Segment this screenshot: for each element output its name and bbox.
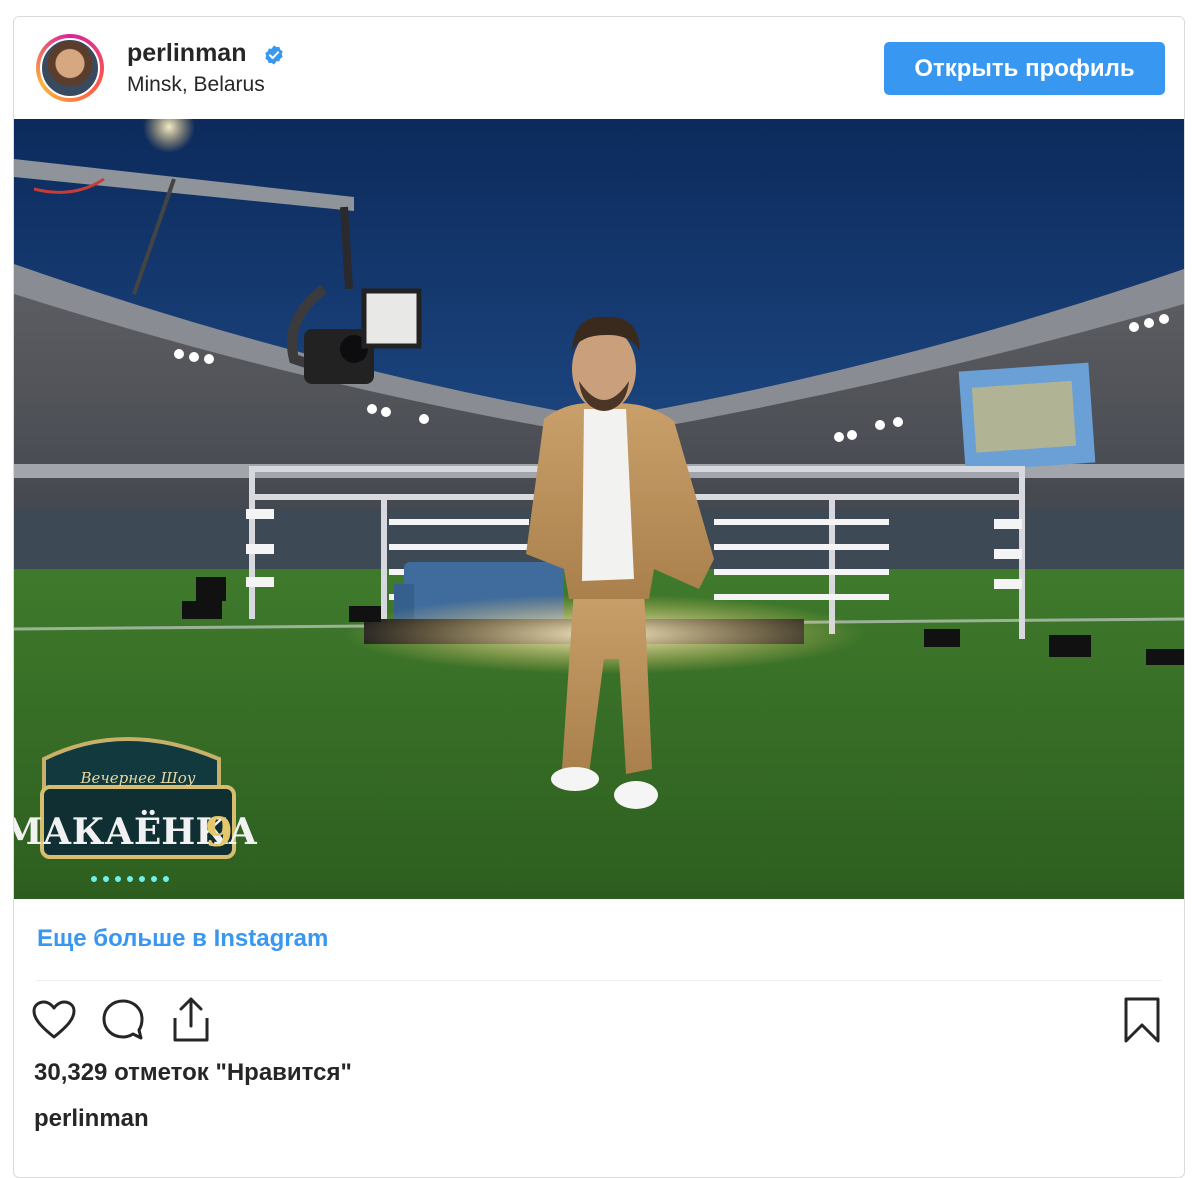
bookmark-icon	[1124, 997, 1160, 1043]
like-button[interactable]	[29, 992, 79, 1048]
location-link[interactable]: Minsk, Belarus	[127, 73, 265, 97]
instagram-embed-card: perlinman Minsk, Belarus Открыть профиль	[13, 16, 1185, 1178]
logo-script: Вечернее Шоу	[80, 769, 196, 787]
share-button[interactable]	[166, 992, 216, 1048]
post-photo[interactable]: Вечернее Шоу МАКАЁНКА 9	[14, 119, 1184, 899]
comment-icon	[102, 999, 144, 1040]
likes-count[interactable]: 30,329 отметок "Нравится"	[34, 1059, 352, 1087]
caption-username[interactable]: perlinman	[34, 1105, 149, 1133]
post-header: perlinman Minsk, Belarus Открыть профиль	[14, 17, 1184, 119]
logo-number: 9	[205, 809, 233, 856]
share-icon	[173, 997, 209, 1042]
stadium-photo-image: Вечернее Шоу МАКАЁНКА 9	[14, 119, 1184, 899]
divider	[36, 980, 1162, 981]
avatar[interactable]	[36, 34, 104, 102]
save-button[interactable]	[1117, 992, 1167, 1048]
heart-icon	[32, 1000, 76, 1039]
more-on-instagram-link[interactable]: Еще больше в Instagram	[37, 925, 328, 953]
action-bar	[14, 992, 1184, 1052]
avatar-image	[40, 38, 100, 98]
open-profile-button[interactable]: Открыть профиль	[884, 42, 1165, 95]
username-link[interactable]: perlinman	[127, 39, 246, 68]
verified-badge-icon	[265, 45, 283, 65]
comment-button[interactable]	[98, 992, 148, 1048]
